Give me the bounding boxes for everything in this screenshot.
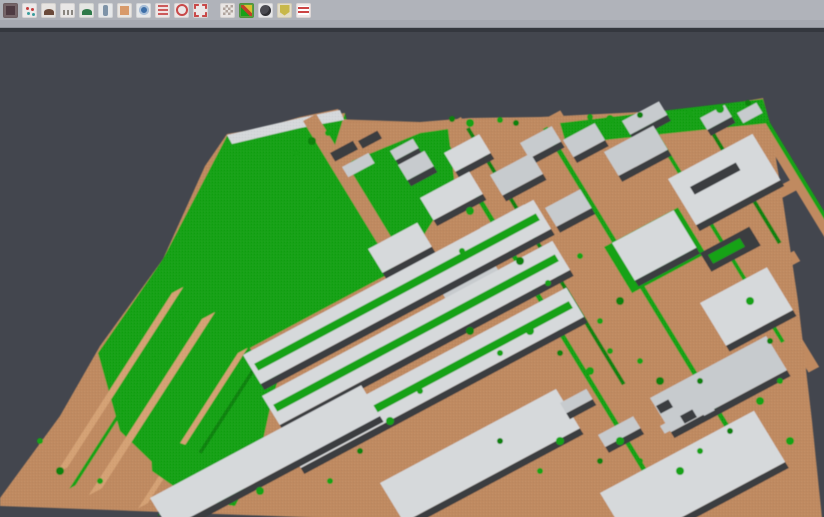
classify-points-icon[interactable] bbox=[22, 3, 37, 18]
vegetation-dot bbox=[459, 248, 465, 254]
shaded-view-icon[interactable] bbox=[258, 3, 273, 18]
main-toolbar bbox=[0, 0, 824, 20]
vegetation-dot bbox=[607, 348, 613, 354]
vegetation-dot bbox=[637, 112, 643, 118]
circle-selection-icon[interactable] bbox=[174, 3, 189, 18]
vegetation-dot bbox=[516, 257, 524, 265]
mesh-terrain-icon-glyph bbox=[82, 9, 92, 15]
texture-view-icon-glyph bbox=[223, 5, 233, 15]
vegetation-dot bbox=[616, 437, 624, 445]
mesh-terrain-icon[interactable] bbox=[79, 3, 94, 18]
profile-tool-icon-glyph bbox=[103, 5, 108, 16]
point-label-icon-glyph bbox=[280, 5, 290, 16]
point-label-icon[interactable] bbox=[277, 3, 292, 18]
classification-colors-icon[interactable] bbox=[239, 3, 254, 18]
vegetation-dot bbox=[745, 100, 751, 106]
vegetation-dot bbox=[466, 207, 474, 215]
vegetation-dot bbox=[756, 397, 764, 405]
vegetation-dot bbox=[497, 117, 503, 123]
vegetation-dot bbox=[586, 367, 594, 375]
vegetation-dot bbox=[325, 130, 331, 136]
vegetation-dot bbox=[327, 478, 333, 484]
vegetation-dot bbox=[727, 428, 733, 434]
vegetation-dot bbox=[656, 377, 664, 385]
vegetation-dot bbox=[777, 378, 783, 384]
vegetation-dot bbox=[545, 280, 551, 286]
dense-cloud-icon-glyph bbox=[6, 6, 15, 15]
vegetation-dot bbox=[697, 448, 703, 454]
vegetation-dot bbox=[587, 114, 593, 120]
texture-view-icon[interactable] bbox=[220, 3, 235, 18]
vegetation-dot bbox=[597, 458, 603, 464]
orthophoto-icon-glyph bbox=[120, 6, 129, 15]
toolbar-group-data bbox=[3, 3, 208, 18]
dense-cloud-icon[interactable] bbox=[3, 3, 18, 18]
sparse-points-icon-glyph bbox=[63, 10, 73, 15]
rectangle-selection-icon-glyph bbox=[194, 4, 207, 17]
toolbar-group-view bbox=[220, 3, 311, 18]
sparse-points-icon[interactable] bbox=[60, 3, 75, 18]
vegetation-dot bbox=[676, 467, 684, 475]
vegetation-dot bbox=[357, 448, 363, 454]
vegetation-dot bbox=[637, 458, 643, 464]
rectangle-selection-icon[interactable] bbox=[193, 3, 208, 18]
globe-view-icon[interactable] bbox=[136, 3, 151, 18]
vegetation-dot bbox=[449, 116, 455, 122]
vegetation-dot bbox=[466, 327, 474, 335]
viewport-3d[interactable] bbox=[0, 28, 824, 517]
vegetation-dot bbox=[97, 478, 103, 484]
globe-view-icon-glyph bbox=[139, 5, 149, 15]
vegetation-dot bbox=[606, 115, 614, 123]
vegetation-dot bbox=[637, 358, 643, 364]
vegetation-dot bbox=[293, 150, 299, 156]
app-window bbox=[0, 0, 824, 517]
vegetation-dot bbox=[537, 468, 543, 474]
vegetation-dot bbox=[526, 327, 534, 335]
shaded-view-icon-glyph bbox=[260, 5, 271, 16]
vegetation-dot bbox=[577, 253, 583, 259]
flag-layers-icon-glyph bbox=[298, 6, 309, 15]
circle-selection-icon-glyph bbox=[176, 4, 188, 16]
classification-colors-icon-glyph bbox=[241, 5, 252, 16]
layers-icon-glyph bbox=[158, 5, 168, 15]
vegetation-dot bbox=[37, 438, 43, 444]
toolbar-substrip bbox=[0, 20, 824, 28]
vegetation-dot bbox=[767, 338, 773, 344]
scene-layer bbox=[0, 98, 824, 517]
vegetation-dot bbox=[497, 438, 503, 444]
vegetation-dot bbox=[417, 388, 423, 394]
orthophoto-icon[interactable] bbox=[117, 3, 132, 18]
vegetation-dot bbox=[556, 437, 564, 445]
dem-terrain-icon[interactable] bbox=[41, 3, 56, 18]
vegetation-dot bbox=[557, 350, 563, 356]
vegetation-dot bbox=[386, 417, 394, 425]
vegetation-dot bbox=[716, 105, 724, 113]
scene-svg[interactable] bbox=[0, 32, 824, 517]
vegetation-dot bbox=[466, 119, 474, 127]
vegetation-dot bbox=[308, 137, 316, 145]
vegetation-dot bbox=[513, 120, 519, 126]
vegetation-dot bbox=[256, 487, 264, 495]
vegetation-dot bbox=[56, 467, 64, 475]
classify-points-icon-glyph bbox=[26, 7, 29, 10]
vegetation-dot bbox=[697, 378, 703, 384]
flag-layers-icon[interactable] bbox=[296, 3, 311, 18]
vegetation-dot bbox=[597, 318, 603, 324]
vegetation-dot bbox=[616, 297, 624, 305]
layers-icon[interactable] bbox=[155, 3, 170, 18]
profile-tool-icon[interactable] bbox=[98, 3, 113, 18]
vegetation-dot bbox=[497, 350, 503, 356]
dem-terrain-icon-glyph bbox=[44, 9, 54, 15]
vegetation-dot bbox=[746, 297, 754, 305]
vegetation-dot bbox=[687, 110, 693, 116]
vegetation-dot bbox=[786, 437, 794, 445]
